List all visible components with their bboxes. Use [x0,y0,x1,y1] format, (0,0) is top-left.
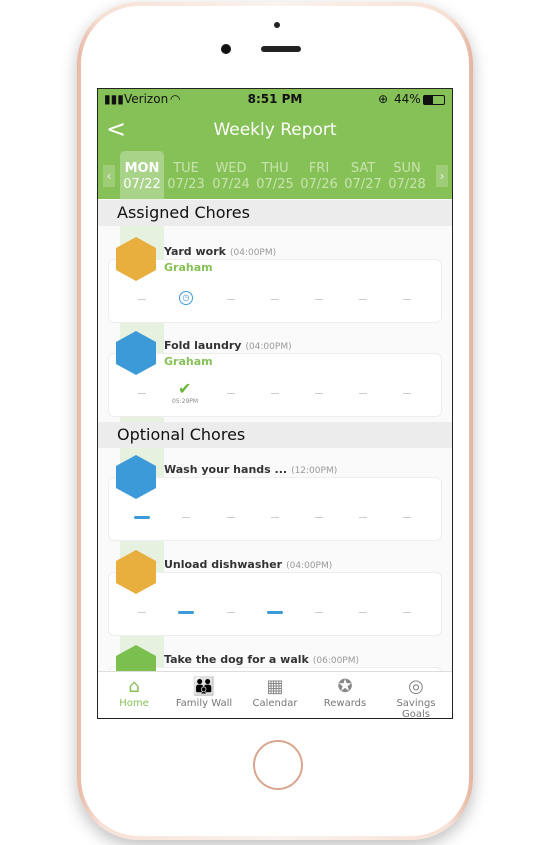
no-chore-mark [403,299,411,300]
assignee: Graham [164,355,213,368]
no-chore-mark [315,299,323,300]
chore-card [108,572,442,636]
medal-icon: ✪ [337,676,353,697]
battery-percent: 44% [394,92,421,106]
next-week-button[interactable]: › [436,165,448,187]
sensor [274,22,280,28]
scheduled-mark[interactable] [178,611,194,614]
day-date: 07/27 [344,177,382,192]
day-name: MON [124,161,160,176]
no-chore-mark [182,517,190,518]
no-chore-mark [227,517,235,518]
chore-time: (06:00PM) [312,656,360,666]
calendar-icon: ▦ [266,676,284,697]
no-chore-mark [138,612,146,613]
tab-label: Home [119,698,149,709]
chore-card [108,259,442,323]
check-icon[interactable]: ✔ [178,379,191,398]
tab-bar: ⌂ Home 👪 Family Wall ▦ Calendar ✪ Rewards ◎ Savin… [98,671,452,718]
chore-card [108,477,442,541]
no-chore-mark [138,299,146,300]
page-title: Weekly Report [213,120,337,140]
no-chore-mark [403,612,411,613]
day-name: SUN [393,161,421,176]
day-date: 07/23 [167,177,205,192]
rotation-lock-icon: ⊕ [378,92,389,106]
assignee: Graham [164,261,213,274]
no-chore-mark [227,299,235,300]
no-chore-mark [271,517,279,518]
day-name: THU [261,161,289,176]
chore-time: (04:00PM) [245,342,292,352]
chore-card [108,353,442,417]
front-camera [221,44,231,54]
tab-label: Calendar [252,698,298,709]
target-icon: ◎ [408,676,424,697]
tab-savings-goals[interactable]: ◎ Savings Goals [381,676,451,719]
home-icon: ⌂ [128,676,140,697]
done-time: 05:29PM [172,398,199,405]
prev-week-button[interactable]: ‹ [103,165,115,187]
home-button[interactable] [253,740,303,790]
speaker [261,46,301,52]
tab-label: Family Wall [175,698,233,709]
status-bar: ▮▮▮ Verizon ◠ 8:51 PM ⊕ 44% [98,89,452,111]
scheduled-mark[interactable] [267,611,283,614]
no-chore-mark [271,393,279,394]
day-name: TUE [173,161,199,176]
clock-icon[interactable]: ◷ [179,291,193,305]
no-chore-mark [359,299,367,300]
no-chore-mark [138,393,146,394]
tab-label: Rewards [323,698,367,709]
day-name: FRI [308,161,330,176]
app-screen: ▮▮▮ Verizon ◠ 8:51 PM ⊕ 44% < Weekly Rep… [97,88,453,719]
chore-name: Fold laundry [164,339,242,352]
no-chore-mark [227,612,235,613]
scheduled-mark[interactable] [134,516,150,519]
no-chore-mark [315,517,323,518]
day-date: 07/24 [212,177,250,192]
day-name: SAT [350,161,376,176]
no-chore-mark [315,612,323,613]
tab-label: Savings Goals [396,698,436,719]
no-chore-mark [315,393,323,394]
day-wed[interactable]: WED 07/24 [209,161,253,193]
day-thu[interactable]: THU 07/25 [253,161,297,193]
section-optional: Optional Chores [98,422,452,448]
chore-name: Wash your hands ... [164,463,288,476]
no-chore-mark [403,517,411,518]
day-fri[interactable]: FRI 07/26 [297,161,341,193]
no-chore-mark [271,299,279,300]
day-sun[interactable]: SUN 07/28 [385,161,429,193]
header: < Weekly Report [98,111,452,153]
day-date: 07/25 [256,177,294,192]
no-chore-mark [227,393,235,394]
chore-time: (04:00PM) [229,248,277,258]
day-mon[interactable]: MON 07/22 [120,161,164,193]
no-chore-mark [359,612,367,613]
chore-name: Yard work [164,245,226,258]
day-tue[interactable]: TUE 07/23 [164,161,208,193]
chore-time: (12:00PM) [291,466,338,476]
day-date: 07/26 [300,177,338,192]
day-name: WED [215,161,247,176]
section-assigned: Assigned Chores [98,200,452,226]
family-icon: 👪 [192,676,216,697]
battery-icon [423,95,445,105]
day-date: 07/22 [123,177,161,192]
tab-home[interactable]: ⌂ Home [99,676,169,709]
no-chore-mark [359,393,367,394]
day-sat[interactable]: SAT 07/27 [341,161,385,193]
tab-rewards[interactable]: ✪ Rewards [310,676,380,709]
tab-calendar[interactable]: ▦ Calendar [240,676,310,709]
tab-family-wall[interactable]: 👪 Family Wall [169,676,239,709]
chore-name: Take the dog for a walk [164,653,309,666]
day-date: 07/28 [388,177,426,192]
no-chore-mark [359,517,367,518]
chore-time: (04:00PM) [286,561,333,571]
chore-name: Unload dishwasher [164,558,283,571]
no-chore-mark [403,393,411,394]
